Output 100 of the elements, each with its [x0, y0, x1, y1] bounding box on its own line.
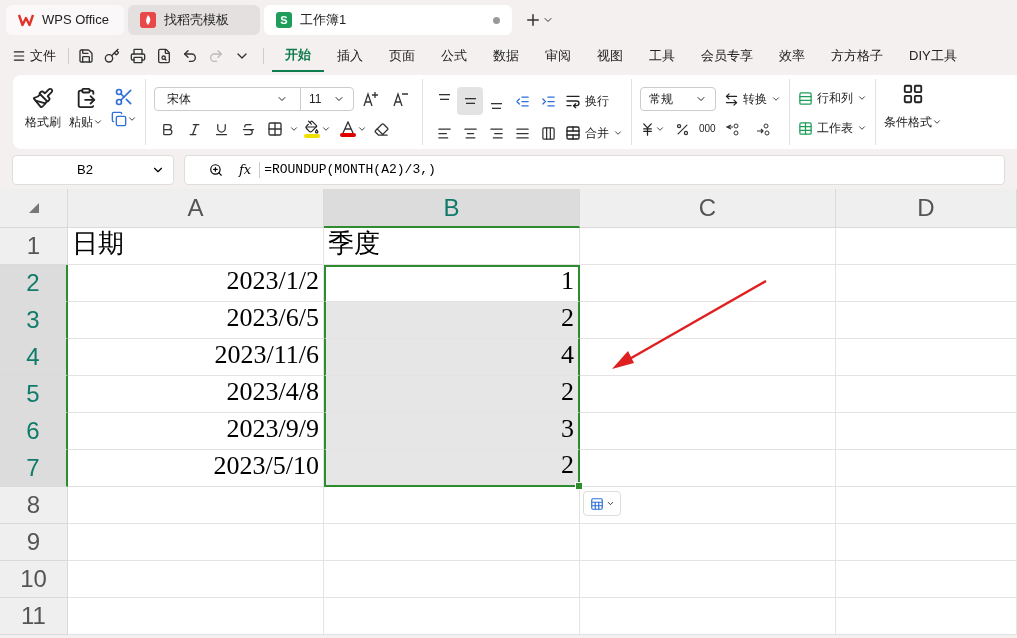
percent-icon[interactable] — [674, 121, 690, 137]
row-header[interactable]: 10 — [0, 561, 68, 598]
column-header[interactable]: A — [68, 189, 324, 228]
vertical-align-button[interactable] — [457, 87, 483, 115]
document-tab[interactable]: S 工作簿1 — [264, 5, 512, 35]
tab-label: WPS Office — [42, 11, 109, 30]
ribbon-tab[interactable]: 开始 — [272, 40, 324, 72]
rows-columns-button[interactable]: 行和列 — [798, 87, 867, 109]
decrease-indent-icon[interactable] — [514, 93, 530, 109]
select-all-icon[interactable] — [28, 203, 39, 213]
zoom-icon[interactable] — [209, 163, 223, 177]
conditional-format-button[interactable]: 条件格式 — [876, 75, 950, 149]
caret-icon — [857, 123, 867, 133]
distributed-icon[interactable] — [540, 125, 556, 141]
ribbon-tab[interactable]: 页面 — [376, 40, 428, 72]
spreadsheet-icon: S — [276, 12, 292, 28]
underline-icon[interactable] — [213, 121, 229, 137]
fill-color-button[interactable] — [304, 120, 320, 138]
print-icon[interactable] — [130, 48, 146, 64]
paste-options-button[interactable] — [583, 491, 621, 516]
ribbon-tab[interactable]: 工具 — [636, 40, 688, 72]
paint-bucket-icon — [305, 120, 319, 134]
ribbon-tab[interactable]: 效率 — [766, 40, 818, 72]
file-menu[interactable]: 文件 — [30, 46, 56, 66]
table-cell: 2023/1/2 — [68, 265, 324, 302]
increase-decimal-icon[interactable] — [754, 122, 771, 136]
caret-icon — [127, 114, 137, 124]
increase-font-icon[interactable] — [362, 91, 380, 107]
ribbon-tab[interactable]: 视图 — [584, 40, 636, 72]
align-right-icon[interactable] — [488, 125, 504, 141]
tab-label: 工作簿1 — [300, 11, 347, 30]
currency-button[interactable] — [640, 121, 665, 137]
name-box[interactable]: B2 — [12, 155, 174, 185]
align-left-icon[interactable] — [436, 125, 452, 141]
flame-icon — [140, 12, 156, 28]
row-header[interactable]: 6 — [0, 413, 68, 450]
row-header[interactable]: 8 — [0, 487, 68, 524]
document-tab[interactable]: WPS Office — [6, 5, 124, 35]
column-header[interactable]: C — [580, 189, 836, 228]
align-lines-icon — [438, 93, 450, 100]
row-header[interactable]: 9 — [0, 524, 68, 561]
table-cell: 季度 — [324, 228, 580, 265]
row-header[interactable]: 4 — [0, 339, 68, 376]
format-painter-button[interactable]: 格式刷 — [25, 87, 61, 131]
row-header[interactable]: 11 — [0, 598, 68, 635]
borders-icon[interactable] — [267, 121, 283, 137]
function-button[interactable]: fx — [239, 160, 252, 180]
print-preview-icon[interactable] — [156, 48, 172, 64]
table-icon — [589, 496, 604, 511]
save-icon[interactable] — [78, 48, 94, 64]
ribbon-tab[interactable]: 审阅 — [532, 40, 584, 72]
number-format-select[interactable]: 常规 — [640, 87, 716, 111]
letter-a-icon — [341, 121, 355, 133]
row-header[interactable]: 5 — [0, 376, 68, 413]
table-cell: 2 — [324, 450, 580, 487]
font-color-button[interactable] — [340, 121, 356, 137]
fill-handle[interactable] — [575, 482, 583, 490]
table-cell: 2023/5/10 — [68, 450, 324, 487]
caret-icon — [357, 124, 367, 134]
formula-text[interactable]: =ROUNDUP(MONTH(A2)/3,) — [264, 160, 436, 180]
ribbon-tab[interactable]: DIY工具 — [896, 40, 970, 72]
caret-icon — [857, 93, 867, 103]
row-header[interactable]: 2 — [0, 265, 68, 302]
ribbon-tab[interactable]: 方方格子 — [818, 40, 896, 72]
merge-button[interactable]: 合并 — [565, 124, 623, 142]
ribbon-tab[interactable]: 数据 — [480, 40, 532, 72]
key-icon[interactable] — [104, 48, 120, 64]
table-icon — [798, 120, 813, 136]
align-center-icon[interactable] — [462, 125, 478, 141]
menu-icon[interactable] — [12, 49, 26, 63]
ribbon-tab[interactable]: 插入 — [324, 40, 376, 72]
row-header[interactable]: 3 — [0, 302, 68, 339]
wrap-text-button[interactable]: 换行 — [565, 92, 609, 110]
copy-button[interactable] — [111, 111, 137, 127]
ribbon-tab[interactable]: 公式 — [428, 40, 480, 72]
column-header[interactable]: D — [836, 189, 1017, 228]
plus-icon[interactable] — [524, 11, 542, 29]
decrease-decimal-icon[interactable] — [724, 122, 741, 136]
justify-icon[interactable] — [514, 125, 530, 141]
caret-icon — [93, 117, 103, 127]
paste-button[interactable]: 粘贴 — [69, 87, 103, 131]
increase-indent-icon[interactable] — [540, 93, 556, 109]
convert-button[interactable]: 转换 — [724, 90, 781, 108]
undo-icon[interactable] — [182, 48, 198, 64]
strikethrough-icon[interactable] — [240, 121, 256, 137]
decrease-font-icon[interactable] — [392, 91, 410, 107]
table-cell: 2023/6/5 — [68, 302, 324, 339]
eraser-icon[interactable] — [373, 121, 389, 137]
document-tab[interactable]: 找稻壳模板 — [128, 5, 260, 35]
table-cell: 日期 — [68, 228, 324, 265]
thousands-separator-button[interactable]: 000 — [699, 124, 716, 134]
ribbon-tab[interactable]: 会员专享 — [688, 40, 766, 72]
cut-icon[interactable] — [114, 87, 134, 107]
worksheet-button[interactable]: 工作表 — [798, 117, 867, 139]
row-header[interactable]: 1 — [0, 228, 68, 265]
table-cell: 2 — [324, 302, 580, 339]
column-header[interactable]: B — [324, 189, 580, 228]
italic-icon[interactable] — [186, 121, 202, 137]
caret-icon — [655, 124, 665, 134]
row-header[interactable]: 7 — [0, 450, 68, 487]
